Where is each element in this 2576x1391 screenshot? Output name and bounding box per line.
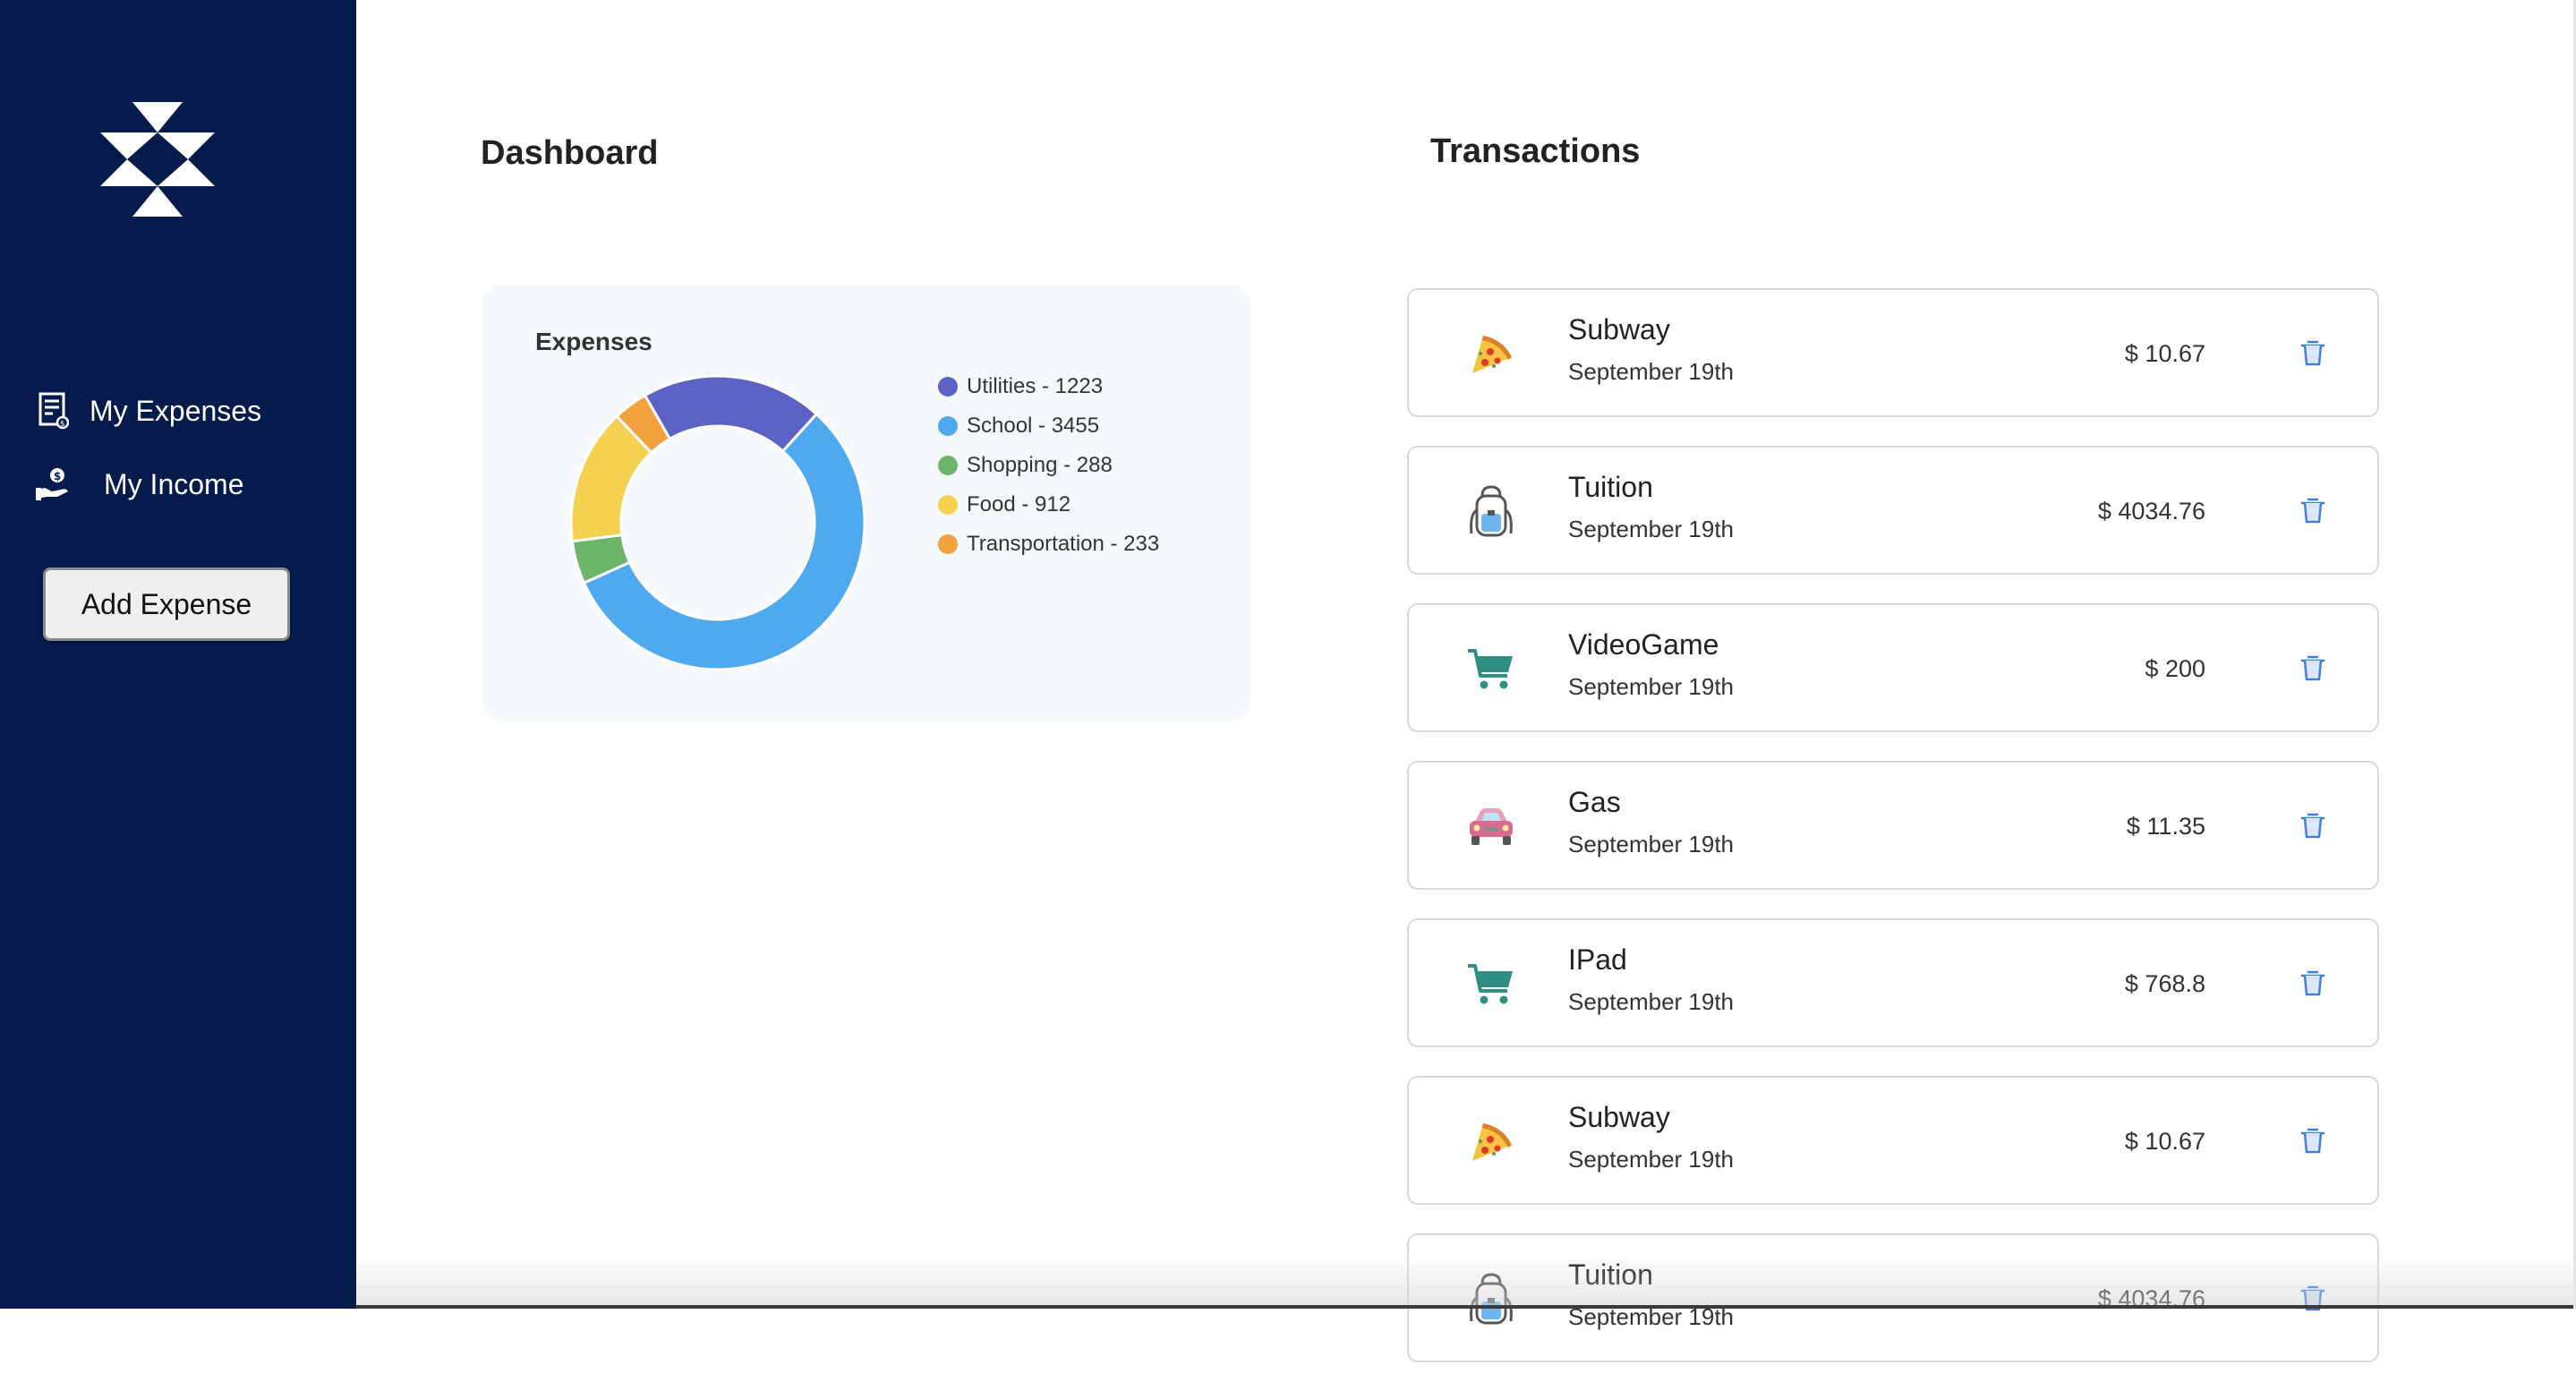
legend-swatch — [938, 416, 958, 436]
transaction-name: Subway — [1568, 1101, 1670, 1133]
brand-logo[interactable] — [100, 102, 215, 217]
transaction-amount: $ 11.35 — [2126, 813, 2205, 840]
legend-label: School - 3455 — [967, 414, 1100, 438]
sidebar: $ My Expenses $ My Income Add Expense — [0, 0, 356, 1309]
expenses-receipt-icon: $ — [36, 391, 72, 431]
trash-icon — [2300, 496, 2325, 529]
transaction-row[interactable]: VideoGame September 19th $ 200 — [1407, 603, 2379, 732]
page-title: Dashboard — [481, 134, 659, 172]
transaction-row[interactable]: IPad September 19th $ 768.8 — [1407, 918, 2379, 1047]
legend-item[interactable]: Utilities - 1223 — [938, 367, 1159, 406]
income-hand-coin-icon: $ — [36, 465, 72, 504]
backpack-icon — [1463, 483, 1520, 541]
trash-icon — [2300, 1126, 2325, 1159]
transactions-list: Subway September 19th $ 10.67 Tuition Septem… — [1407, 288, 2379, 1391]
legend-label: Transportation - 233 — [967, 532, 1160, 556]
svg-text:$: $ — [54, 470, 61, 482]
legend-label: Food - 912 — [967, 492, 1071, 516]
transaction-date: September 19th — [1568, 358, 1735, 385]
transactions-title: Transactions — [1430, 132, 1641, 170]
expenses-chart-card: Expenses Utilities - 1223 School - 3455 Sh… — [482, 285, 1251, 721]
expenses-donut-chart — [569, 374, 866, 671]
trash-icon — [2300, 653, 2325, 687]
shopping-cart-icon — [1463, 641, 1520, 698]
trash-icon — [2300, 1284, 2325, 1317]
trash-icon — [2300, 338, 2325, 371]
transaction-row[interactable]: Subway September 19th $ 10.67 — [1407, 1076, 2379, 1205]
pizza-icon — [1463, 326, 1520, 383]
transaction-row[interactable]: Tuition September 19th $ 4034.76 — [1407, 446, 2379, 575]
delete-transaction-button[interactable] — [2295, 965, 2331, 1004]
legend-item[interactable]: Transportation - 233 — [938, 525, 1159, 564]
legend-label: Utilities - 1223 — [967, 374, 1104, 398]
transaction-amount: $ 768.8 — [2124, 970, 2205, 997]
legend-swatch — [938, 456, 958, 475]
legend-swatch — [938, 495, 958, 515]
transaction-name: Subway — [1568, 313, 1670, 346]
transaction-name: Tuition — [1568, 1259, 1653, 1291]
legend-item[interactable]: School - 3455 — [938, 406, 1159, 446]
transaction-date: September 19th — [1568, 831, 1735, 858]
transaction-date: September 19th — [1568, 673, 1735, 700]
sidebar-item-label: My Income — [104, 467, 244, 500]
legend-swatch — [938, 377, 958, 397]
chart-title: Expenses — [535, 328, 653, 355]
add-expense-button[interactable]: Add Expense — [43, 567, 290, 641]
legend-label: Shopping - 288 — [967, 453, 1113, 477]
window-bottom-edge — [356, 1305, 2576, 1309]
delete-transaction-button[interactable] — [2295, 807, 2331, 847]
legend-swatch — [938, 534, 958, 554]
delete-transaction-button[interactable] — [2295, 1280, 2331, 1319]
delete-transaction-button[interactable] — [2295, 335, 2331, 374]
delete-transaction-button[interactable] — [2295, 492, 2331, 532]
transaction-amount: $ 10.67 — [2124, 1128, 2205, 1155]
sidebar-item-my-income[interactable]: $ My Income — [36, 462, 243, 507]
trash-icon — [2300, 969, 2325, 1002]
transaction-name: IPad — [1568, 943, 1627, 976]
transaction-amount: $ 4034.76 — [2097, 498, 2205, 525]
delete-transaction-button[interactable] — [2295, 1122, 2331, 1162]
sidebar-item-label: My Expenses — [90, 394, 262, 427]
chart-legend: Utilities - 1223 School - 3455 Shopping - … — [938, 367, 1159, 564]
transaction-row[interactable]: Tuition September 19th $ 4034.76 — [1407, 1233, 2379, 1362]
transaction-amount: $ 4034.76 — [2097, 1285, 2205, 1312]
sidebar-item-my-expenses[interactable]: $ My Expenses — [36, 388, 261, 433]
trash-icon — [2300, 811, 2325, 844]
transaction-row[interactable]: Subway September 19th $ 10.67 — [1407, 288, 2379, 417]
transaction-name: VideoGame — [1568, 628, 1719, 661]
legend-item[interactable]: Shopping - 288 — [938, 446, 1159, 485]
delete-transaction-button[interactable] — [2295, 650, 2331, 689]
legend-item[interactable]: Food - 912 — [938, 485, 1159, 525]
transaction-name: Gas — [1568, 786, 1621, 818]
transaction-date: September 19th — [1568, 1146, 1735, 1173]
car-icon — [1463, 798, 1520, 856]
transaction-amount: $ 200 — [2145, 655, 2205, 682]
transaction-date: September 19th — [1568, 516, 1735, 542]
pizza-icon — [1463, 1114, 1520, 1171]
backpack-icon — [1463, 1271, 1520, 1328]
transaction-name: Tuition — [1568, 471, 1653, 503]
shopping-cart-icon — [1463, 956, 1520, 1013]
transaction-row[interactable]: Gas September 19th $ 11.35 — [1407, 761, 2379, 890]
transaction-amount: $ 10.67 — [2124, 340, 2205, 367]
svg-text:$: $ — [60, 420, 65, 429]
transaction-date: September 19th — [1568, 988, 1735, 1015]
